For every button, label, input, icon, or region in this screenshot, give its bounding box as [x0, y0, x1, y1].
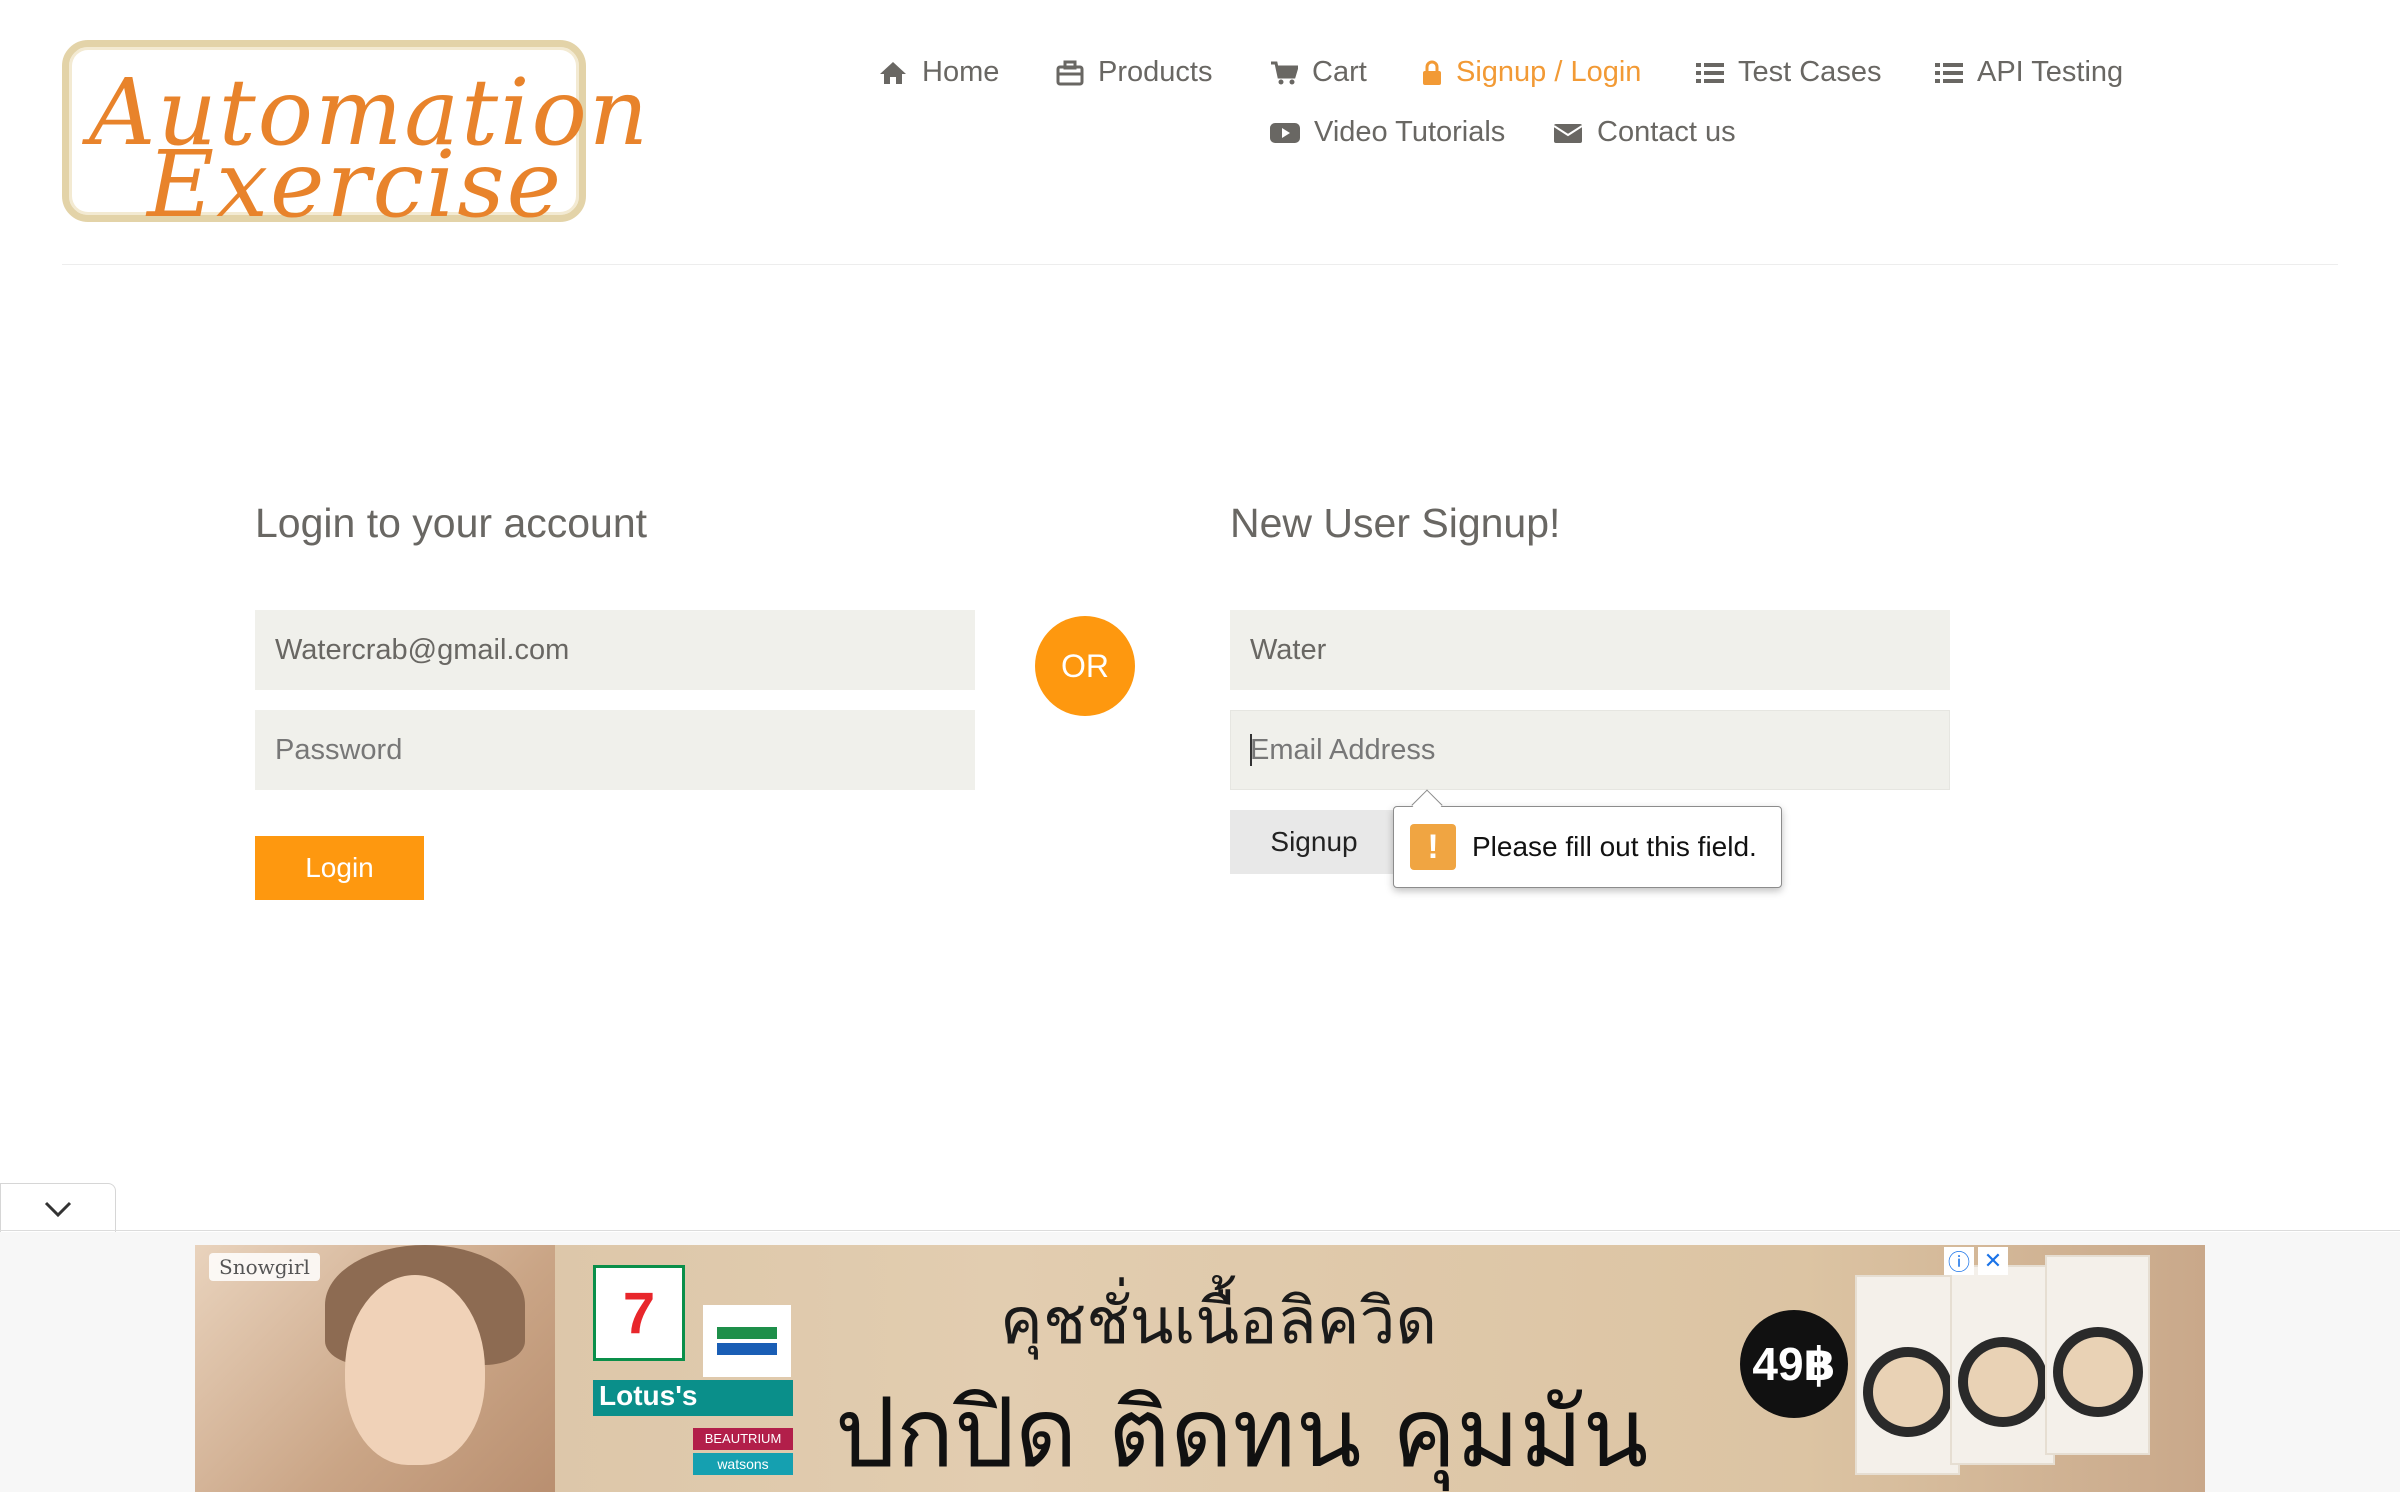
nav-home-label: Home	[922, 56, 1000, 88]
nav-video-tutorials[interactable]: Video Tutorials	[1270, 116, 1505, 149]
site-logo[interactable]: Automation Exercise	[62, 40, 648, 238]
signup-heading: New User Signup!	[1230, 500, 1561, 546]
or-divider: OR	[1035, 616, 1135, 716]
nav-api-testing-label: API Testing	[1977, 56, 2124, 88]
signup-email-field[interactable]	[1230, 710, 1950, 790]
list-icon	[1935, 62, 1963, 83]
signup-button[interactable]: Signup	[1230, 810, 1398, 874]
youtube-icon	[1270, 122, 1300, 143]
nav-cart-label: Cart	[1312, 56, 1367, 88]
envelope-icon	[1553, 123, 1583, 143]
cart-icon	[1271, 61, 1298, 84]
login-password-field[interactable]	[255, 710, 975, 790]
ad-store-logos: 7 Lotus's BEAUTRIUM watsons	[593, 1265, 803, 1477]
cushion-product	[1855, 1275, 1960, 1475]
nav-api-testing[interactable]: API Testing	[1935, 56, 2123, 89]
ad-model-image: Snowgirl	[195, 1245, 555, 1492]
warning-icon: !	[1410, 824, 1456, 870]
nav-signup-login[interactable]: Signup / Login	[1422, 56, 1641, 89]
ad-price-badge: 49฿	[1740, 1310, 1848, 1418]
nav-signup-login-label: Signup / Login	[1456, 56, 1642, 88]
ad-info-icon[interactable]: ⓘ	[1944, 1247, 1974, 1275]
login-button[interactable]: Login	[255, 836, 424, 900]
beautrium-logo: BEAUTRIUM	[693, 1428, 793, 1450]
nav-test-cases[interactable]: Test Cases	[1696, 56, 1881, 89]
home-icon	[880, 61, 906, 84]
ad-controls: ⓘ ✕	[1944, 1247, 2008, 1275]
seven-eleven-logo: 7	[593, 1265, 685, 1361]
nav-video-tutorials-label: Video Tutorials	[1314, 116, 1506, 148]
tooltip-arrow	[1411, 789, 1443, 821]
nav-home[interactable]: Home	[878, 56, 999, 89]
lotus-logo: Lotus's	[593, 1380, 793, 1416]
nav-contact-us-label: Contact us	[1597, 116, 1736, 148]
logo-line2-text: Exercise	[147, 131, 564, 238]
list-icon	[1696, 62, 1724, 83]
nav-products-label: Products	[1098, 56, 1213, 88]
ad-banner[interactable]: Snowgirl 7 Lotus's BEAUTRIUM watsons คุช…	[195, 1245, 2205, 1492]
ad-strip-border	[0, 1230, 2400, 1231]
login-email-field[interactable]	[255, 610, 975, 690]
nav-contact-us[interactable]: Contact us	[1553, 116, 1736, 149]
validation-message: Please fill out this field.	[1472, 831, 1757, 862]
ad-close-icon[interactable]: ✕	[1978, 1247, 2008, 1275]
ad-collapse-toggle[interactable]	[0, 1183, 116, 1233]
header-divider	[62, 264, 2338, 265]
login-heading: Login to your account	[255, 500, 648, 546]
familymart-logo	[703, 1305, 791, 1377]
nav-test-cases-label: Test Cases	[1738, 56, 1882, 88]
ad-brand-tag: Snowgirl	[209, 1253, 320, 1281]
signup-name-field[interactable]	[1230, 610, 1950, 690]
nav-products[interactable]: Products	[1056, 56, 1212, 89]
chevron-down-icon	[44, 1201, 72, 1217]
nav-cart[interactable]: Cart	[1270, 56, 1367, 89]
cushion-product	[1950, 1265, 2055, 1465]
text-caret	[1250, 734, 1252, 766]
ad-product-images	[1855, 1245, 2155, 1492]
watsons-logo: watsons	[693, 1453, 793, 1475]
ad-model-face	[345, 1275, 485, 1465]
lock-icon	[1423, 60, 1441, 85]
validation-tooltip: ! Please fill out this field.	[1393, 789, 1782, 888]
cushion-product	[2045, 1255, 2150, 1455]
logo-line2: Exercise	[147, 131, 563, 238]
products-icon	[1056, 60, 1084, 85]
ad-subheadline: ปกปิด ติดทน คุมมัน	[835, 1377, 1649, 1489]
